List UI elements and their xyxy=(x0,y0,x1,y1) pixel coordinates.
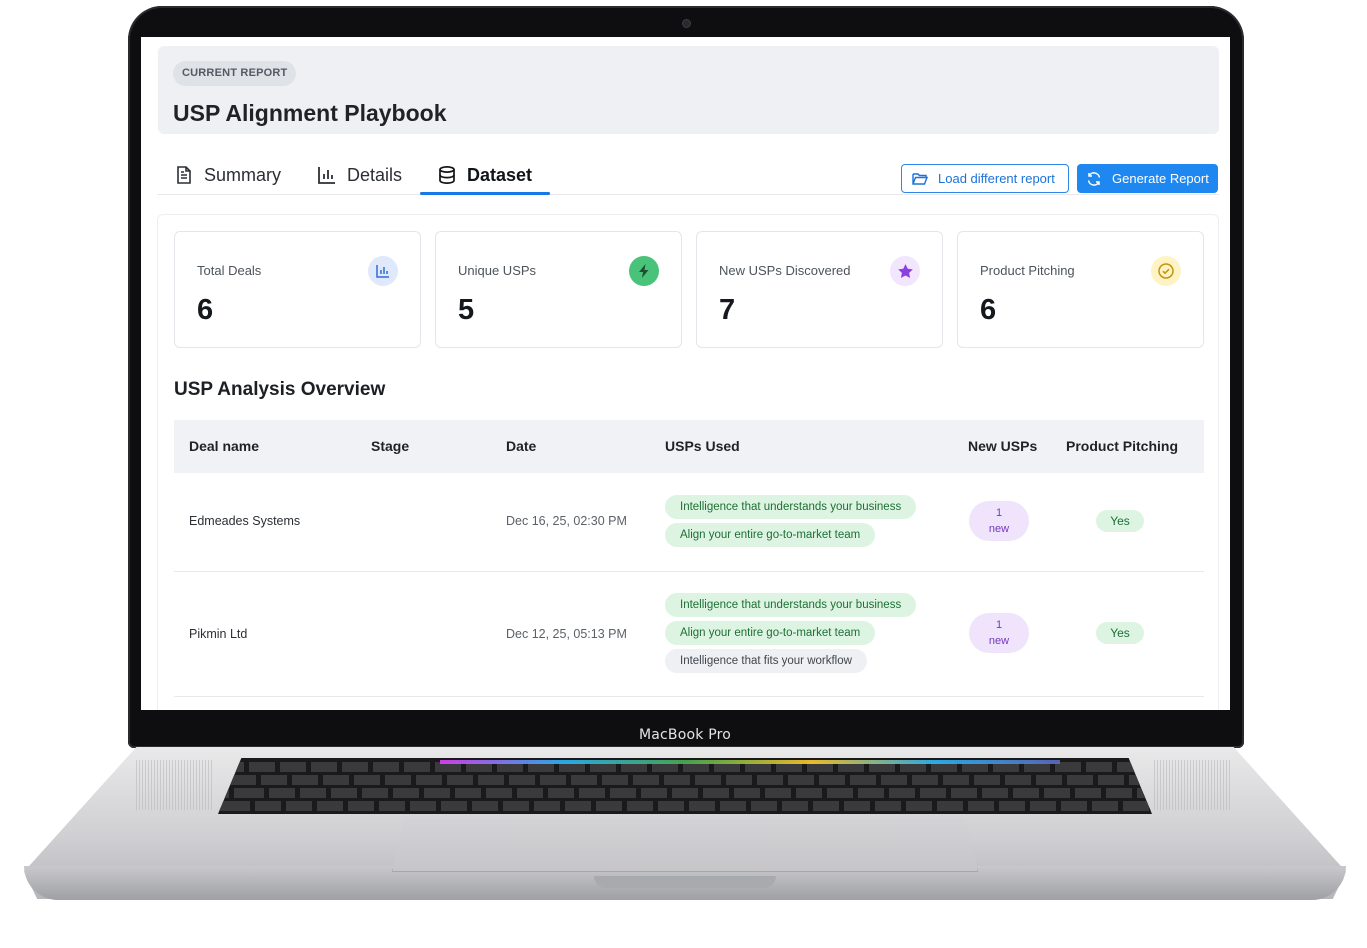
column-header-date[interactable]: Date xyxy=(506,420,536,473)
stat-card-product-pitching: Product Pitching 6 xyxy=(957,231,1204,348)
laptop-opening-notch xyxy=(594,876,776,888)
new-usps-badge: 1 new xyxy=(969,613,1029,653)
speaker-grille-right xyxy=(1154,760,1232,810)
tab-dataset[interactable]: Dataset xyxy=(437,155,532,195)
table-row[interactable]: Pikmin Ltd Dec 12, 25, 05:13 PM Intellig… xyxy=(174,572,1204,697)
app-screen: CURRENT REPORT USP Alignment Playbook Su… xyxy=(141,37,1230,710)
deal-name-cell: Pikmin Ltd xyxy=(189,627,248,641)
database-icon xyxy=(439,166,455,184)
deal-name-cell: Edmeades Systems xyxy=(189,514,301,528)
pitching-yes-badge: Yes xyxy=(1096,510,1144,532)
stat-value: 6 xyxy=(980,294,997,326)
date-cell: Dec 16, 25, 02:30 PM xyxy=(506,514,627,528)
stat-card-unique-usps: Unique USPs 5 xyxy=(435,231,682,348)
column-header-stage[interactable]: Stage xyxy=(371,420,409,473)
usp-analysis-title: USP Analysis Overview xyxy=(174,379,386,400)
keyboard xyxy=(218,758,1152,814)
usp-chip: Align your entire go-to-market team xyxy=(665,523,876,547)
usp-chip: Align your entire go-to-market team xyxy=(665,621,876,645)
document-icon xyxy=(177,166,191,184)
table-row[interactable]: Edmeades Systems Dec 16, 25, 02:30 PM In… xyxy=(174,473,1204,572)
stat-label: New USPs Discovered xyxy=(719,263,851,278)
current-report-badge: CURRENT REPORT xyxy=(173,61,297,86)
load-different-report-label: Load different report xyxy=(938,171,1055,186)
report-title: USP Alignment Playbook xyxy=(173,100,447,126)
stat-card-new-usps: New USPs Discovered 7 xyxy=(696,231,943,348)
device-brand-label: MacBook Pro xyxy=(638,727,732,743)
date-cell: Dec 12, 25, 05:13 PM xyxy=(506,627,627,641)
usp-chip: Intelligence that fits your workflow xyxy=(665,649,867,673)
lightning-icon xyxy=(629,256,659,286)
camera-icon xyxy=(683,20,690,27)
load-different-report-button[interactable]: Load different report xyxy=(901,164,1069,193)
usp-chip: Intelligence that understands your busin… xyxy=(665,495,917,519)
dataset-panel: Total Deals 6 Unique USPs 5 New USPs Dis… xyxy=(157,214,1219,710)
speaker-grille-left xyxy=(136,760,214,810)
bar-chart-icon xyxy=(318,167,335,184)
new-usps-label: new xyxy=(988,635,1010,647)
table-header: Deal name Stage Date USPs Used New USPs … xyxy=(174,420,1204,473)
column-header-usps-used[interactable]: USPs Used xyxy=(665,420,740,473)
laptop-mockup: CURRENT REPORT USP Alignment Playbook Su… xyxy=(0,0,1367,948)
bar-chart-icon xyxy=(368,256,398,286)
column-header-deal-name[interactable]: Deal name xyxy=(189,420,259,473)
pitching-yes-badge: Yes xyxy=(1096,622,1144,644)
stat-label: Product Pitching xyxy=(980,263,1075,278)
stat-label: Unique USPs xyxy=(458,263,537,278)
stat-value: 7 xyxy=(719,294,736,326)
tab-summary[interactable]: Summary xyxy=(174,155,281,195)
stat-card-total-deals: Total Deals 6 xyxy=(174,231,421,348)
touch-bar xyxy=(440,760,1060,764)
column-header-new-usps[interactable]: New USPs xyxy=(968,420,1037,473)
report-header: CURRENT REPORT USP Alignment Playbook xyxy=(158,46,1219,134)
usp-chip: Intelligence that understands your busin… xyxy=(665,593,917,617)
generate-report-label: Generate Report xyxy=(1112,171,1209,186)
tab-summary-label: Summary xyxy=(204,164,282,185)
trackpad xyxy=(392,818,978,872)
new-usps-badge: 1 new xyxy=(969,501,1029,541)
tab-dataset-label: Dataset xyxy=(467,164,533,185)
folder-open-icon xyxy=(912,172,928,185)
stat-value: 5 xyxy=(458,294,475,326)
active-tab-indicator xyxy=(420,192,550,195)
refresh-icon xyxy=(1087,171,1101,186)
check-circle-icon xyxy=(1151,256,1181,286)
new-usps-label: new xyxy=(988,523,1010,535)
column-header-product-pitching[interactable]: Product Pitching xyxy=(1066,420,1178,473)
tab-details[interactable]: Details xyxy=(317,155,402,195)
generate-report-button[interactable]: Generate Report xyxy=(1077,164,1218,193)
new-usps-count: 1 xyxy=(995,619,1003,631)
stat-value: 6 xyxy=(197,294,214,326)
new-usps-count: 1 xyxy=(995,507,1003,519)
tab-details-label: Details xyxy=(347,164,403,185)
star-icon xyxy=(890,256,920,286)
stat-label: Total Deals xyxy=(197,263,262,278)
